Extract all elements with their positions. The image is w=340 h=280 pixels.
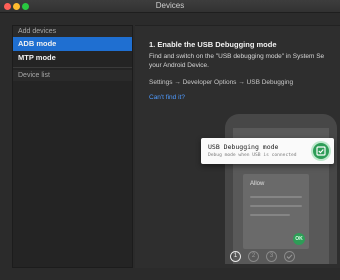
window-title: Devices (155, 1, 185, 10)
sidebar-item-adb-mode[interactable]: ADB mode (13, 37, 132, 51)
add-devices-header: Add devices (13, 26, 132, 37)
step-pager: 1 2 3 (230, 251, 295, 263)
allow-label: Allow (250, 181, 265, 187)
step-2-indicator[interactable]: 2 (248, 251, 259, 262)
dialog-line (250, 214, 290, 216)
dialog-line (250, 196, 302, 198)
device-list-header: Device list (13, 70, 132, 81)
usb-debugging-popup: USB Debugging mode Debug mode when USB i… (201, 138, 334, 164)
allow-dialog: Allow OK (243, 174, 309, 249)
step-done-indicator[interactable] (284, 251, 295, 262)
phone-illustration: Allow OK (225, 114, 337, 264)
settings-path: Settings → Developer Options → USB Debug… (149, 79, 294, 86)
check-icon (286, 254, 293, 260)
sidebar-item-mtp-mode[interactable]: MTP mode (13, 51, 132, 65)
main-panel: 1. Enable the USB Debugging mode Find an… (135, 25, 340, 268)
step-description: Find and switch on the "USB debugging mo… (149, 53, 325, 69)
popup-title: USB Debugging mode (208, 143, 279, 151)
sidebar-divider (13, 67, 132, 68)
cant-find-it-link[interactable]: Can't find it? (149, 94, 185, 101)
ok-button: OK (293, 233, 305, 245)
checkbox-icon (316, 146, 326, 156)
sidebar: Add devices ADB mode MTP mode Device lis… (12, 25, 133, 268)
title-bar: Devices (0, 0, 340, 13)
step-title: 1. Enable the USB Debugging mode (149, 40, 277, 49)
step-3-indicator[interactable]: 3 (266, 251, 277, 262)
step-1-indicator[interactable]: 1 (230, 251, 241, 262)
popup-subtitle: Debug mode when USB is connected (208, 153, 297, 158)
dialog-line (250, 205, 302, 207)
usb-debugging-toggle (313, 143, 329, 159)
